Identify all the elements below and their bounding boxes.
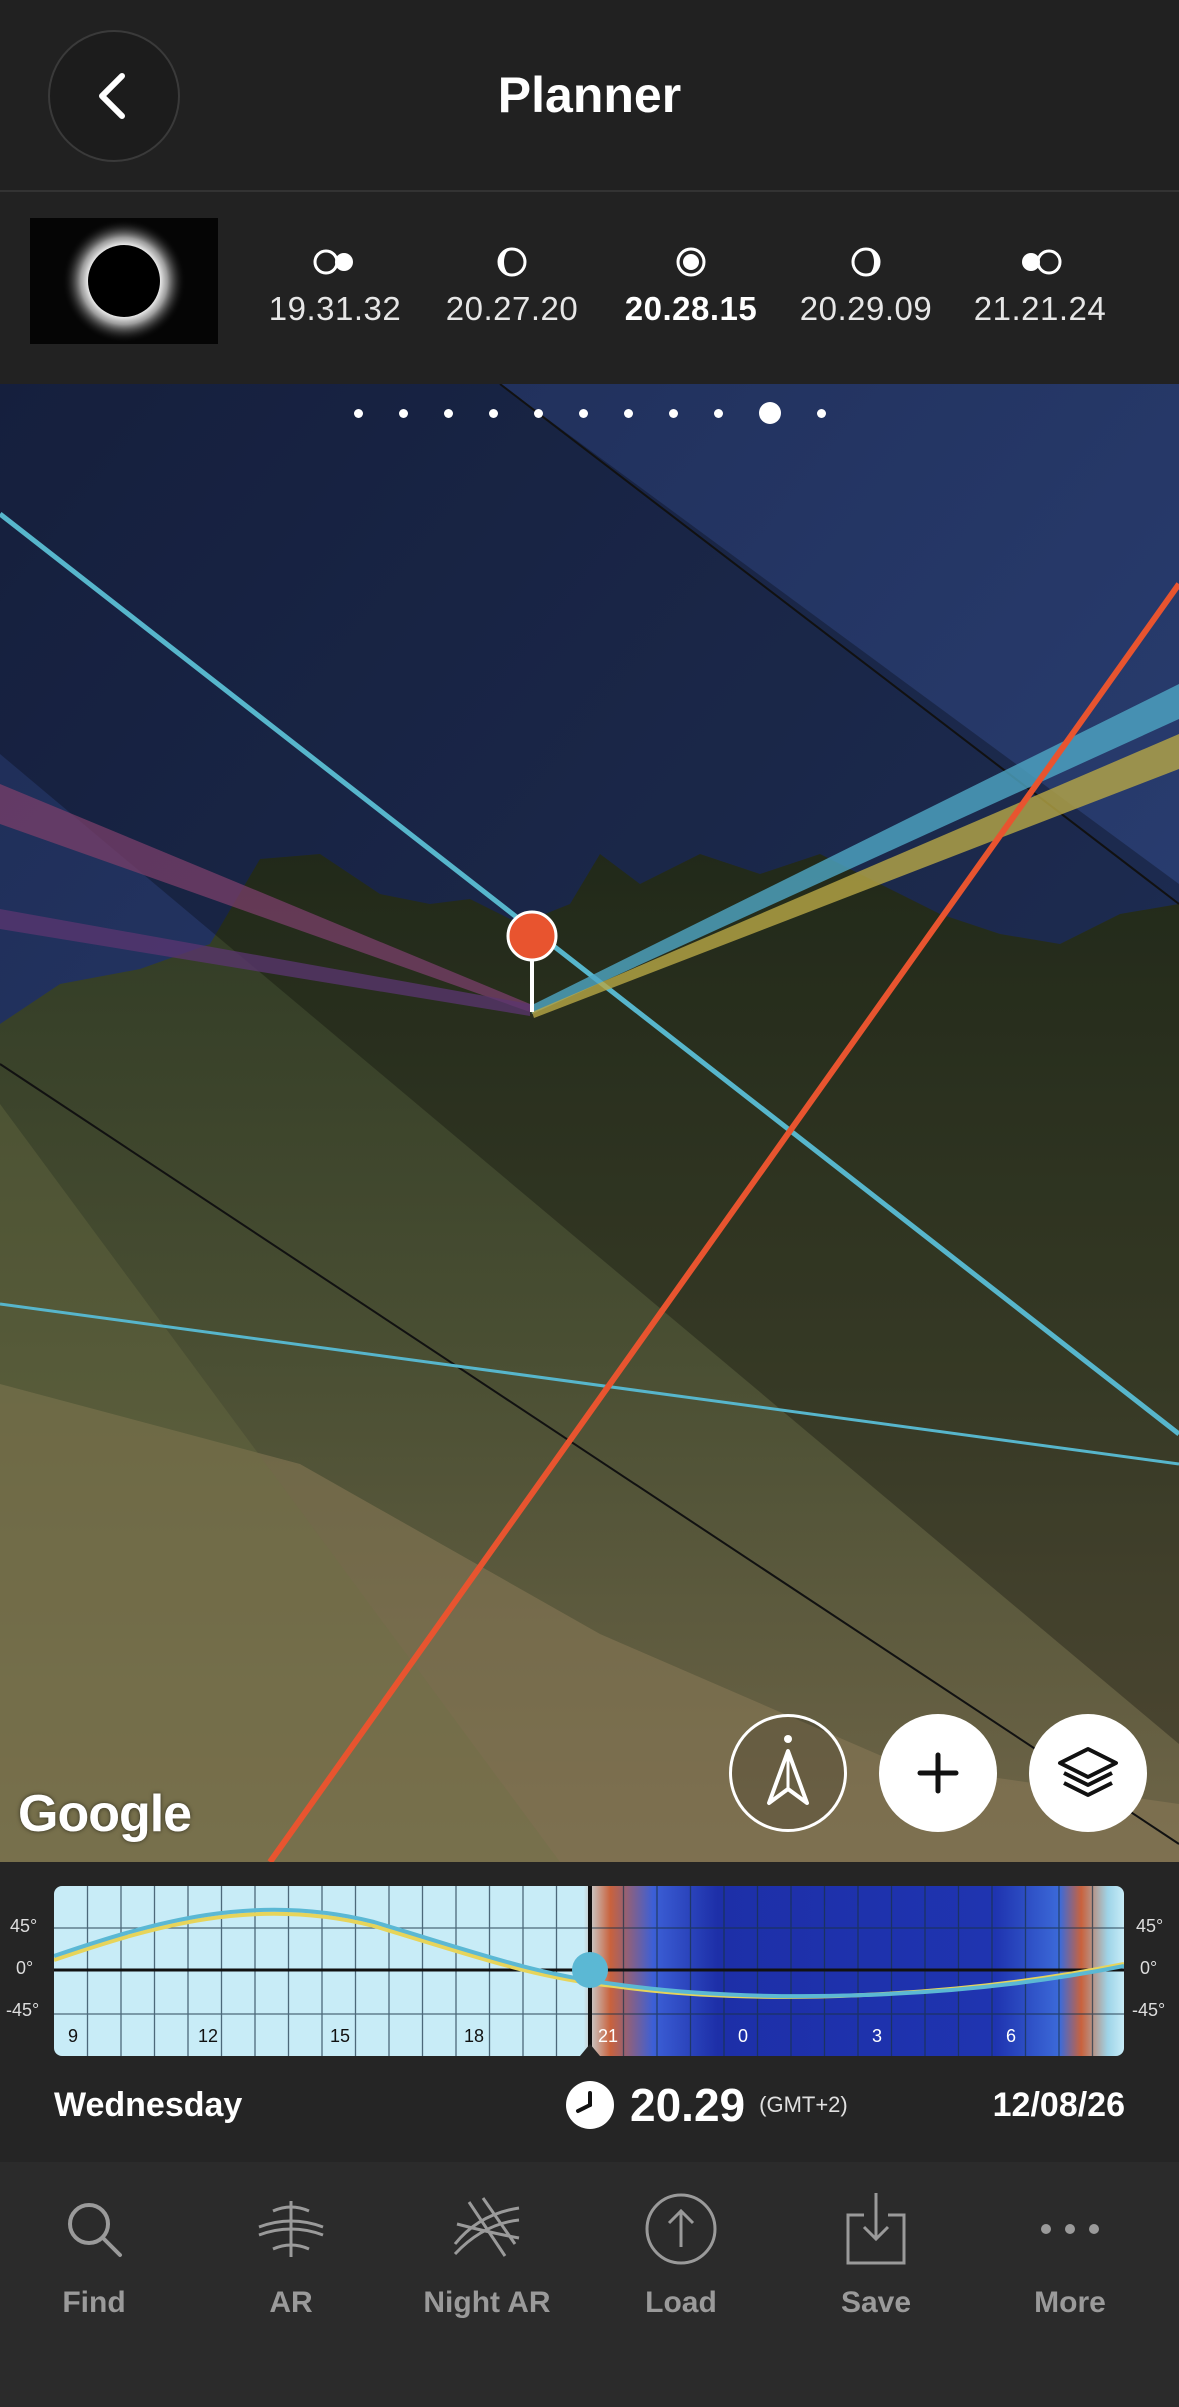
compass-button[interactable]: [729, 1714, 847, 1832]
phase-fourth-contact[interactable]: 21.21.24: [955, 244, 1125, 328]
x-axis-label: 0: [738, 2026, 749, 2046]
map-attribution: Google: [18, 1785, 192, 1843]
tab-label: Load: [645, 2286, 717, 2319]
page-dot[interactable]: [398, 409, 408, 418]
tab-label: AR: [269, 2286, 313, 2319]
clock-icon: [566, 2081, 614, 2129]
night-ar-icon: [453, 2197, 520, 2257]
ar-icon: [258, 2201, 324, 2257]
compass-arrow-icon: [767, 1735, 809, 1805]
tab-save[interactable]: Save: [786, 2184, 966, 2320]
location-pin[interactable]: [506, 910, 558, 962]
tab-load[interactable]: Load: [591, 2184, 771, 2320]
phase-maximum[interactable]: 20.28.15: [606, 244, 776, 328]
x-axis-label: 18: [464, 2026, 485, 2046]
y-axis-label: -45°: [1132, 2000, 1166, 2020]
time-slider-handle[interactable]: [572, 1952, 608, 1988]
page-title: Planner: [497, 67, 682, 123]
upload-icon: [645, 2193, 717, 2265]
y-axis-label: -45°: [6, 2000, 40, 2020]
time-value: 20.29: [630, 2079, 746, 2131]
map-view[interactable]: Google: [0, 384, 1179, 1862]
tab-label: Find: [62, 2286, 126, 2319]
search-icon: [68, 2203, 122, 2257]
x-axis-label: 3: [872, 2026, 883, 2046]
download-icon: [846, 2193, 906, 2265]
timezone-label: (GMT+2): [759, 2092, 848, 2117]
add-pin-button[interactable]: [879, 1714, 997, 1832]
x-axis-label: 12: [198, 2026, 219, 2046]
fourth-contact-icon: [1022, 249, 1062, 275]
first-contact-icon: [313, 249, 353, 275]
x-axis-label: 9: [68, 2026, 79, 2046]
third-contact-icon: [851, 247, 881, 277]
satellite-map[interactable]: [0, 384, 1179, 1862]
x-axis-label: 15: [330, 2026, 351, 2046]
page-dot[interactable]: [713, 409, 723, 418]
page-dot[interactable]: [623, 409, 633, 418]
page-dot[interactable]: [443, 409, 453, 418]
eclipse-thumbnail[interactable]: [30, 218, 218, 344]
phase-second-contact[interactable]: 20.27.20: [427, 244, 597, 328]
layers-icon: [1058, 1747, 1118, 1797]
tab-more[interactable]: More: [980, 2184, 1160, 2320]
more-icon: [1041, 2224, 1099, 2234]
tab-label: Night AR: [423, 2286, 551, 2319]
altitude-timeline[interactable]: 9 12 15 18 21 0 3 6: [54, 1886, 1124, 2056]
page-dot[interactable]: [488, 409, 498, 418]
phase-third-contact[interactable]: 20.29.09: [781, 244, 951, 328]
tab-label: Save: [840, 2286, 912, 2319]
page-dot-active[interactable]: [758, 402, 781, 424]
y-axis-label: 0°: [16, 1958, 34, 1978]
tab-label: More: [1034, 2286, 1106, 2319]
date-label[interactable]: 12/08/26: [993, 2086, 1125, 2125]
page-dot[interactable]: [533, 409, 543, 418]
phase-time: 20.29.09: [799, 290, 933, 327]
y-axis-label: 45°: [1136, 1916, 1164, 1936]
tab-night-ar[interactable]: Night AR: [397, 2184, 577, 2320]
phase-time: 19.31.32: [268, 290, 402, 327]
weekday-label[interactable]: Wednesday: [54, 2086, 242, 2125]
eclipse-phase-strip: 19.31.32 20.27.20 20.28.15 20.29.09 21.2…: [0, 194, 1179, 384]
time-picker[interactable]: 20.29 (GMT+2): [566, 2078, 848, 2132]
datetime-row: Wednesday 20.29 (GMT+2) 12/08/26: [0, 2072, 1179, 2162]
y-axis-label: 0°: [1140, 1958, 1158, 1978]
page-dot[interactable]: [578, 409, 588, 418]
phase-first-contact[interactable]: 19.31.32: [250, 244, 420, 328]
tab-ar[interactable]: AR: [201, 2184, 381, 2320]
tab-find[interactable]: Find: [4, 2184, 184, 2320]
maximum-eclipse-icon: [676, 247, 706, 277]
page-dot[interactable]: [668, 409, 678, 418]
second-contact-icon: [497, 247, 527, 277]
page-indicator: [0, 402, 1179, 424]
y-axis-label: 45°: [10, 1916, 38, 1936]
layers-button[interactable]: [1029, 1714, 1147, 1832]
page-dot[interactable]: [353, 409, 363, 418]
phase-time: 21.21.24: [973, 290, 1107, 327]
page-dot[interactable]: [816, 409, 826, 418]
bottom-tab-bar: Find AR Night AR Load Save More: [0, 2162, 1179, 2407]
x-axis-label: 6: [1006, 2026, 1017, 2046]
header-bar: Planner: [0, 0, 1179, 192]
plus-icon: [917, 1752, 959, 1794]
phase-time: 20.27.20: [445, 290, 579, 327]
x-axis-label: 21: [598, 2026, 619, 2046]
phase-time: 20.28.15: [624, 290, 758, 327]
